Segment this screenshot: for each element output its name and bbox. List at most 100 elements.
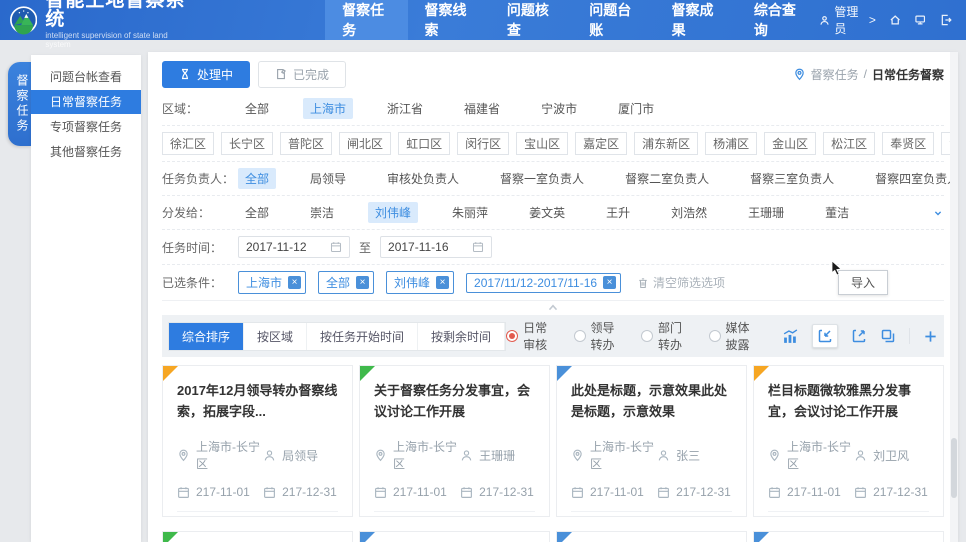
remove-chip-icon[interactable]: ×: [603, 276, 616, 289]
leader-option[interactable]: 督察一室负责人: [493, 168, 591, 189]
district-option[interactable]: 奉贤区: [882, 132, 934, 155]
chevron-up-icon: [546, 302, 560, 312]
logout-icon[interactable]: [940, 13, 952, 27]
sort-tab[interactable]: 综合排序: [169, 323, 244, 350]
scrollbar-track[interactable]: [950, 52, 958, 542]
add-task-button[interactable]: [923, 329, 938, 344]
district-option[interactable]: 浦东新区: [634, 132, 698, 155]
district-option[interactable]: 徐汇区: [162, 132, 214, 155]
nav-item[interactable]: 督察线索: [408, 0, 490, 40]
type-radio[interactable]: 日常审核: [506, 319, 558, 353]
leader-option[interactable]: 审核处负责人: [380, 168, 466, 189]
remove-chip-icon[interactable]: ×: [288, 276, 301, 289]
task-card[interactable]: 2017年12月领导转办督察线索，拓展字段... 上海市-长宁区 局领导 217…: [162, 365, 353, 517]
task-card[interactable]: 此处是标题，示意效果此处是标题，示意效果 上海市-长宁区 张三 217-11-0…: [556, 531, 747, 542]
card-end-date: 217-12-31: [873, 485, 928, 499]
nav-item[interactable]: 督察成果: [655, 0, 737, 40]
collapse-filters-button[interactable]: [162, 301, 944, 313]
person-icon: [263, 449, 276, 462]
task-card[interactable]: 栏目标题微软雅黑分发事宜，会议讨论工作开展 上海市-长宁区 刘卫风 217-11…: [753, 531, 944, 542]
assignee-option[interactable]: 全部: [238, 202, 276, 223]
district-option[interactable]: 宝山区: [516, 132, 568, 155]
district-option[interactable]: 虹口区: [398, 132, 450, 155]
district-option[interactable]: 嘉定区: [575, 132, 627, 155]
district-option[interactable]: 松江区: [823, 132, 875, 155]
assignee-option[interactable]: 朱丽萍: [445, 202, 495, 223]
sidebar-item[interactable]: 日常督察任务: [31, 90, 141, 114]
region-option[interactable]: 浙江省: [380, 98, 430, 119]
user-caret: >: [869, 13, 876, 27]
nav-item[interactable]: 问题台账: [572, 0, 654, 40]
region-option[interactable]: 厦门市: [611, 98, 661, 119]
chevron-down-icon[interactable]: [932, 207, 944, 219]
card-actions: [374, 511, 535, 517]
district-option[interactable]: 闸北区: [339, 132, 391, 155]
calendar-icon: [177, 486, 190, 499]
assignee-option[interactable]: 董洁: [818, 202, 856, 223]
remove-chip-icon[interactable]: ×: [356, 276, 369, 289]
scrollbar-thumb[interactable]: [951, 438, 957, 498]
district-option[interactable]: 闵行区: [457, 132, 509, 155]
region-option[interactable]: 福建省: [457, 98, 507, 119]
type-radio[interactable]: 部门转办: [641, 319, 693, 353]
remove-chip-icon[interactable]: ×: [436, 276, 449, 289]
home-icon[interactable]: [889, 13, 901, 27]
nav-item[interactable]: 问题核查: [490, 0, 572, 40]
copy-icon: [880, 328, 896, 344]
tab-processing[interactable]: 处理中: [162, 61, 250, 88]
tab-done[interactable]: 已完成: [258, 61, 346, 88]
region-option[interactable]: 宁波市: [534, 98, 584, 119]
export-button[interactable]: [851, 328, 867, 344]
profile-icon[interactable]: [914, 13, 926, 27]
sidebar-item[interactable]: 其他督察任务: [31, 140, 141, 164]
region-option[interactable]: 全部: [238, 98, 276, 119]
assignee-option[interactable]: 王升: [599, 202, 637, 223]
import-button[interactable]: [812, 324, 838, 348]
type-radio-group: 日常审核 领导转办 部门转办 媒体披露: [506, 319, 776, 353]
leader-option[interactable]: 督察二室负责人: [618, 168, 716, 189]
app-logo-icon: [10, 5, 37, 35]
user-menu[interactable]: 管理员>: [819, 3, 876, 37]
task-card[interactable]: 2017年12月领导转办督察线索，拓展字段... 上海市-长宁区 局领导 217…: [162, 531, 353, 542]
nav-item[interactable]: 综合查询: [737, 0, 819, 40]
person-icon: [854, 449, 867, 462]
card-title: 关于督察任务分发事宜，会议讨论工作开展: [374, 380, 535, 423]
sidebar-item[interactable]: 专项督察任务: [31, 115, 141, 139]
breadcrumb-root[interactable]: 督察任务: [811, 66, 859, 83]
assignee-option[interactable]: 姜文英: [522, 202, 572, 223]
sort-tab[interactable]: 按任务开始时间: [307, 323, 418, 350]
nav-item[interactable]: 督察任务: [325, 0, 407, 40]
date-start-input[interactable]: 2017-11-12: [238, 236, 350, 258]
leader-option[interactable]: 全部: [238, 168, 276, 189]
task-card[interactable]: 此处是标题，示意效果此处是标题，示意效果 上海市-长宁区 张三 217-11-0…: [556, 365, 747, 517]
assignee-option[interactable]: 刘伟峰: [368, 202, 418, 223]
district-option[interactable]: 普陀区: [280, 132, 332, 155]
district-option[interactable]: 杨浦区: [705, 132, 757, 155]
task-card[interactable]: 关于督察任务分发事宜，会议讨论工作开展 上海市-长宁区 王珊珊 217-11-0…: [359, 531, 550, 542]
clear-filters-button[interactable]: 清空筛选选项: [637, 274, 725, 291]
date-end-input[interactable]: 2017-11-16: [380, 236, 492, 258]
selected-filter-chip: 2017/11/12-2017/11-16×: [466, 273, 621, 293]
region-option[interactable]: 上海市: [303, 98, 353, 119]
sort-tab[interactable]: 按剩余时间: [418, 323, 505, 350]
assignee-option[interactable]: 刘浩然: [664, 202, 714, 223]
task-card[interactable]: 关于督察任务分发事宜，会议讨论工作开展 上海市-长宁区 王珊珊 217-11-0…: [359, 365, 550, 517]
district-option[interactable]: 长宁区: [221, 132, 273, 155]
card-flag-icon: [754, 532, 769, 542]
leader-option[interactable]: 督察四室负责人: [868, 168, 958, 189]
district-option[interactable]: 金山区: [764, 132, 816, 155]
status-row: 处理中 已完成 督察任务 / 日常任务督察: [162, 60, 944, 88]
leader-option[interactable]: 督察三室负责人: [743, 168, 841, 189]
calendar-icon: [571, 486, 584, 499]
type-radio[interactable]: 媒体披露: [709, 319, 761, 353]
stats-chart-button[interactable]: [782, 328, 799, 345]
assignee-option[interactable]: 崇洁: [303, 202, 341, 223]
task-card[interactable]: 栏目标题微软雅黑分发事宜，会议讨论工作开展 上海市-长宁区 刘卫风 217-11…: [753, 365, 944, 517]
sidebar-item[interactable]: 问题台帐查看: [31, 65, 141, 89]
sidebar-vertical-tab[interactable]: 督察任务: [8, 62, 31, 146]
sort-tab[interactable]: 按区域: [244, 323, 307, 350]
leader-option[interactable]: 局领导: [303, 168, 353, 189]
copy-button[interactable]: [880, 328, 896, 344]
type-radio[interactable]: 领导转办: [574, 319, 626, 353]
assignee-option[interactable]: 王珊珊: [741, 202, 791, 223]
